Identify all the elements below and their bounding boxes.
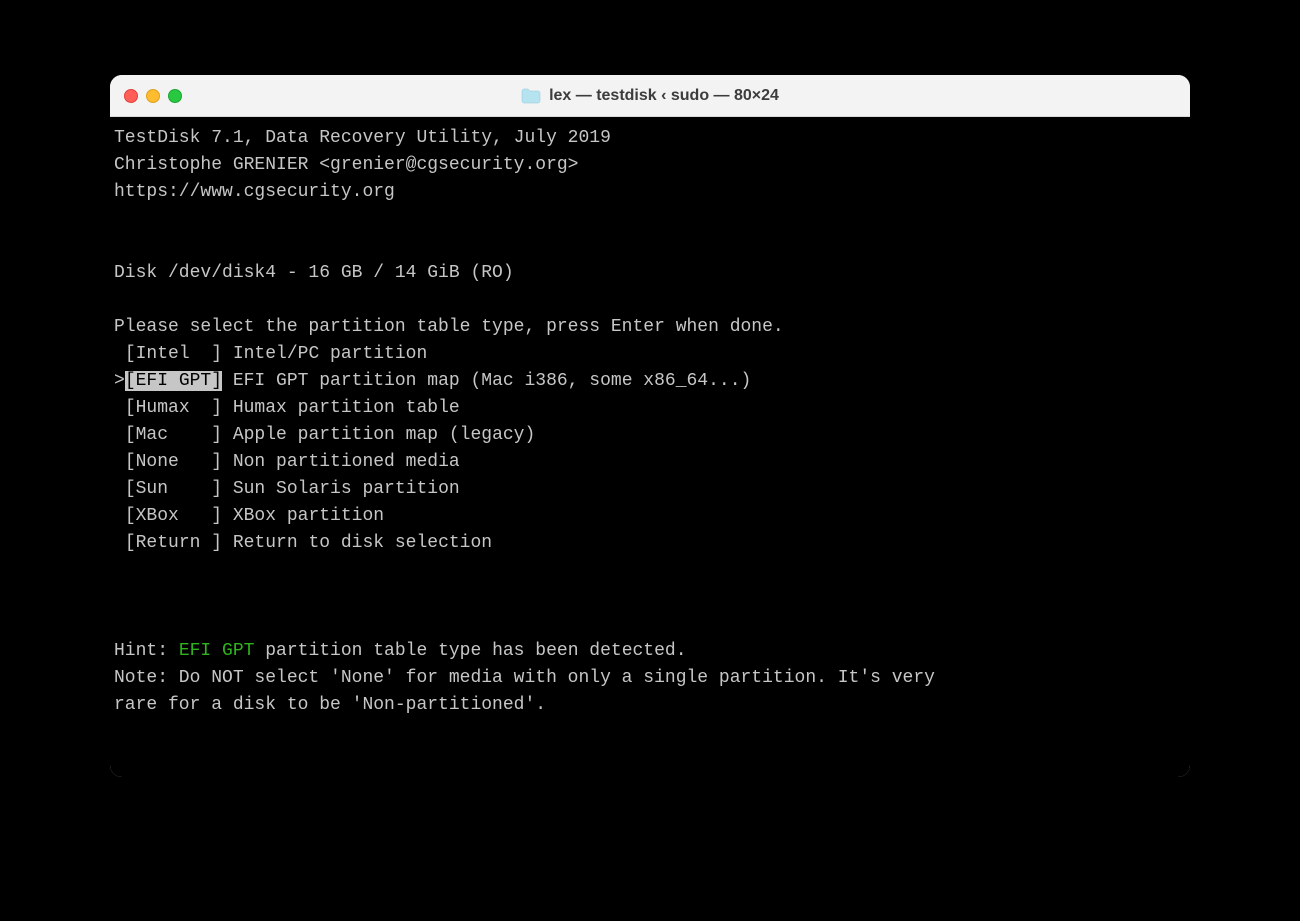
menu-label: [EFI GPT] bbox=[125, 371, 222, 391]
header-line-2: Christophe GRENIER <grenier@cgsecurity.o… bbox=[114, 152, 1186, 179]
menu-label: [None ] bbox=[125, 452, 222, 472]
menu-item[interactable]: [XBox ] XBox partition bbox=[114, 503, 1186, 530]
hint-prefix: Hint: bbox=[114, 641, 179, 661]
menu-item[interactable]: [Intel ] Intel/PC partition bbox=[114, 341, 1186, 368]
traffic-lights bbox=[124, 89, 182, 103]
menu-label: [Sun ] bbox=[125, 479, 222, 499]
partition-type-menu[interactable]: [Intel ] Intel/PC partition>[EFI GPT] EF… bbox=[114, 341, 1186, 557]
menu-description: EFI GPT partition map (Mac i386, some x8… bbox=[222, 371, 751, 391]
hint-highlight: EFI GPT bbox=[179, 641, 255, 661]
menu-label: [Mac ] bbox=[125, 425, 222, 445]
terminal-body[interactable]: TestDisk 7.1, Data Recovery Utility, Jul… bbox=[110, 117, 1190, 777]
menu-prefix bbox=[114, 533, 125, 553]
close-button[interactable] bbox=[124, 89, 138, 103]
note-line-2: rare for a disk to be 'Non-partitioned'. bbox=[114, 692, 1186, 719]
menu-prefix bbox=[114, 479, 125, 499]
terminal-window: lex — testdisk ‹ sudo — 80×24 TestDisk 7… bbox=[110, 75, 1190, 777]
header-line-3: https://www.cgsecurity.org bbox=[114, 179, 1186, 206]
hint-line: Hint: EFI GPT partition table type has b… bbox=[114, 638, 1186, 665]
menu-description: Apple partition map (legacy) bbox=[222, 425, 535, 445]
menu-description: XBox partition bbox=[222, 506, 384, 526]
menu-description: Humax partition table bbox=[222, 398, 460, 418]
menu-label: [Intel ] bbox=[125, 344, 222, 364]
menu-description: Intel/PC partition bbox=[222, 344, 427, 364]
menu-prefix bbox=[114, 344, 125, 364]
blank bbox=[114, 233, 1186, 260]
hint-suffix: partition table type has been detected. bbox=[254, 641, 686, 661]
menu-prefix: > bbox=[114, 371, 125, 391]
menu-prefix bbox=[114, 506, 125, 526]
blank bbox=[114, 206, 1186, 233]
menu-description: Return to disk selection bbox=[222, 533, 492, 553]
window-titlebar: lex — testdisk ‹ sudo — 80×24 bbox=[110, 75, 1190, 117]
zoom-button[interactable] bbox=[168, 89, 182, 103]
prompt-line: Please select the partition table type, … bbox=[114, 314, 1186, 341]
header-line-1: TestDisk 7.1, Data Recovery Utility, Jul… bbox=[114, 125, 1186, 152]
menu-item[interactable]: >[EFI GPT] EFI GPT partition map (Mac i3… bbox=[114, 368, 1186, 395]
blank bbox=[114, 287, 1186, 314]
menu-item[interactable]: [None ] Non partitioned media bbox=[114, 449, 1186, 476]
menu-description: Sun Solaris partition bbox=[222, 479, 460, 499]
disk-info: Disk /dev/disk4 - 16 GB / 14 GiB (RO) bbox=[114, 260, 1186, 287]
blank bbox=[114, 557, 1186, 584]
menu-label: [Return ] bbox=[125, 533, 222, 553]
menu-item[interactable]: [Mac ] Apple partition map (legacy) bbox=[114, 422, 1186, 449]
menu-label: [Humax ] bbox=[125, 398, 222, 418]
folder-icon bbox=[521, 88, 541, 104]
menu-prefix bbox=[114, 398, 125, 418]
note-line-1: Note: Do NOT select 'None' for media wit… bbox=[114, 665, 1186, 692]
menu-description: Non partitioned media bbox=[222, 452, 460, 472]
menu-item[interactable]: [Return ] Return to disk selection bbox=[114, 530, 1186, 557]
menu-item[interactable]: [Humax ] Humax partition table bbox=[114, 395, 1186, 422]
title-content: lex — testdisk ‹ sudo — 80×24 bbox=[521, 87, 779, 105]
minimize-button[interactable] bbox=[146, 89, 160, 103]
menu-prefix bbox=[114, 452, 125, 472]
blank bbox=[114, 584, 1186, 611]
menu-label: [XBox ] bbox=[125, 506, 222, 526]
menu-prefix bbox=[114, 425, 125, 445]
menu-item[interactable]: [Sun ] Sun Solaris partition bbox=[114, 476, 1186, 503]
window-title: lex — testdisk ‹ sudo — 80×24 bbox=[549, 87, 779, 105]
blank bbox=[114, 611, 1186, 638]
